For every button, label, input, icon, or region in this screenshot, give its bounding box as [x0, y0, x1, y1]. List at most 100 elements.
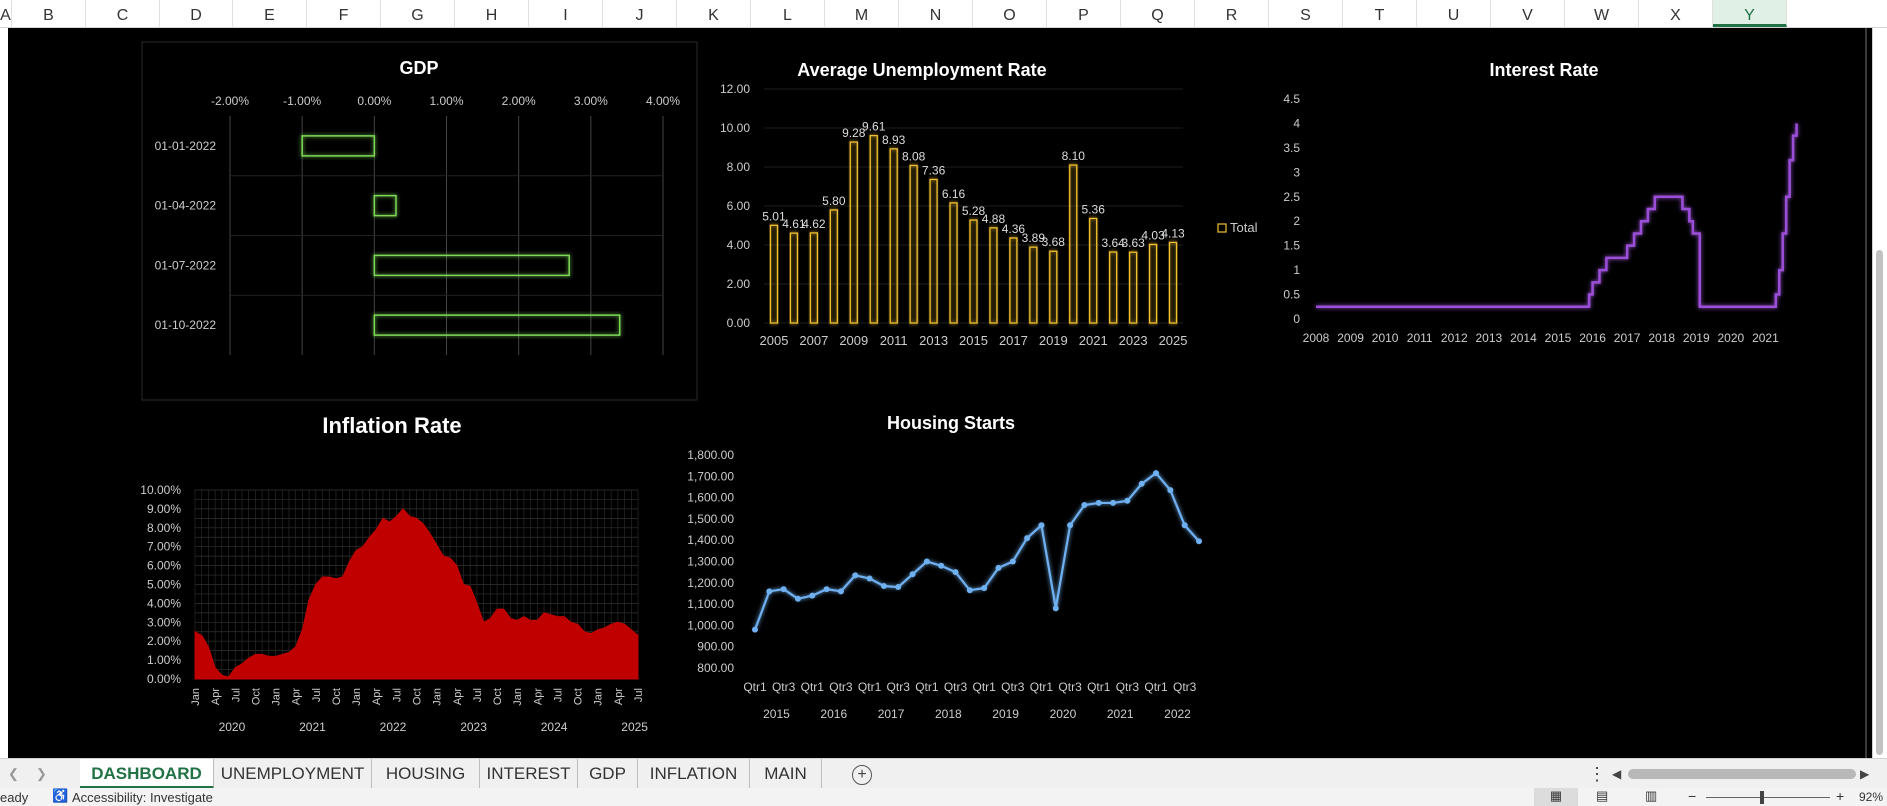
inflation-plot-area: 0.00% 1.00% 2.00% 3.00% 4.00% 5.00% 6.00% 7.00%…	[140, 483, 648, 734]
scroll-tabs-left-icon[interactable]: ❮	[8, 759, 19, 789]
inflation-y-tick-label: 7.00%	[147, 540, 181, 554]
column-header-s[interactable]: S	[1269, 0, 1343, 27]
housing-y-tick-label: 1,400.00	[687, 533, 734, 547]
housing-point	[809, 592, 816, 599]
inflation-month-label: Jan	[271, 688, 283, 706]
column-header-b[interactable]: B	[12, 0, 86, 27]
inflation-month-label: Apr	[532, 688, 544, 705]
unemployment-bar	[849, 141, 858, 324]
inflation-rate-chart[interactable]: Inflation Rate 0.00% 1.00% 2.00% 3.00% 4.00%…	[140, 413, 648, 734]
unemployment-data-label: 3.68	[1042, 235, 1066, 249]
normal-view-icon[interactable]: ▦	[1534, 788, 1578, 806]
sheet-tab-housing[interactable]: HOUSING	[372, 759, 480, 789]
sheet-tab-interest[interactable]: INTEREST	[480, 759, 578, 789]
unemployment-x-tick-label: 2017	[999, 333, 1028, 348]
zoom-slider[interactable]	[1706, 797, 1830, 798]
inflation-month-label: Apr	[452, 688, 464, 705]
column-header-c[interactable]: C	[86, 0, 160, 27]
column-header-n[interactable]: N	[899, 0, 973, 27]
zoom-level[interactable]: 92%	[1859, 790, 1883, 804]
horizontal-scrollbar-thumb[interactable]	[1628, 769, 1856, 779]
column-header-p[interactable]: P	[1047, 0, 1121, 27]
column-header-l[interactable]: L	[751, 0, 825, 27]
column-header-v[interactable]: V	[1491, 0, 1565, 27]
column-header-i[interactable]: I	[529, 0, 603, 27]
column-header-h[interactable]: H	[455, 0, 529, 27]
accessibility-status[interactable]: Accessibility: Investigate	[72, 790, 213, 805]
page-break-view-icon[interactable]: ▥	[1645, 788, 1657, 804]
sheet-tab-main[interactable]: MAIN	[750, 759, 822, 789]
zoom-slider-thumb[interactable]	[1760, 791, 1764, 804]
housing-point	[938, 562, 945, 569]
unemployment-bar	[769, 224, 779, 324]
unemployment-plot-area: 0.002.004.006.008.0010.0012.005.014.614.…	[720, 82, 1188, 348]
housing-starts-chart[interactable]: Housing Starts 800.00 900.00 1,000.00 1,100…	[687, 413, 1202, 721]
column-header-w[interactable]: W	[1565, 0, 1639, 27]
status-bar: eady ♿ Accessibility: Investigate ▦ ▤ ▥ …	[0, 788, 1887, 806]
column-header-y[interactable]: Y	[1713, 0, 1787, 27]
zoom-in-icon[interactable]: +	[1836, 788, 1844, 804]
housing-starts-chart-title: Housing Starts	[887, 413, 1015, 433]
accessibility-icon[interactable]: ♿	[52, 788, 68, 804]
column-header-f[interactable]: F	[307, 0, 381, 27]
interest-y-tick-label: 1	[1293, 263, 1300, 277]
hscroll-right-icon[interactable]: ▶	[1860, 759, 1869, 789]
unemployment-x-tick-label: 2023	[1119, 333, 1148, 348]
housing-point	[780, 586, 787, 593]
unemployment-x-tick-label: 2025	[1159, 333, 1188, 348]
housing-point	[1024, 535, 1031, 542]
column-header-t[interactable]: T	[1343, 0, 1417, 27]
page-layout-view-icon[interactable]: ▤	[1596, 788, 1608, 804]
inflation-month-label: Jul	[552, 688, 564, 702]
inflation-month-label: Apr	[291, 688, 303, 705]
column-header-j[interactable]: J	[603, 0, 677, 27]
zoom-out-icon[interactable]: −	[1688, 788, 1696, 804]
column-header-m[interactable]: M	[825, 0, 899, 27]
column-header-g[interactable]: G	[381, 0, 455, 27]
interest-x-tick-label: 2016	[1579, 331, 1606, 345]
unemployment-chart[interactable]: Average Unemployment Rate 0.00 2.00 4.00 6.…	[720, 60, 1258, 348]
column-header-e[interactable]: E	[233, 0, 307, 27]
housing-point	[1153, 470, 1160, 477]
column-header-x[interactable]: X	[1639, 0, 1713, 27]
inflation-month-label: Apr	[613, 688, 625, 705]
housing-quarter-label: Qtr3	[887, 680, 911, 694]
column-header-d[interactable]: D	[160, 0, 233, 27]
housing-point	[1081, 502, 1088, 509]
housing-quarter-label: Qtr3	[1001, 680, 1025, 694]
inflation-year-label: 2023	[460, 720, 487, 734]
housing-point	[909, 571, 916, 578]
gdp-chart[interactable]: GDP -2.00% -1.00% 0.00% 1.00% 2.00% 3.00% 4.00…	[141, 41, 698, 401]
column-header-k[interactable]: K	[677, 0, 751, 27]
sheet-tab-dashboard[interactable]: DASHBOARD	[80, 759, 214, 789]
column-header-a[interactable]: A	[0, 0, 12, 27]
column-header-q[interactable]: Q	[1121, 0, 1195, 27]
column-header-u[interactable]: U	[1417, 0, 1491, 27]
housing-point	[766, 588, 773, 595]
scroll-tabs-right-icon[interactable]: ❯	[36, 759, 47, 789]
inflation-y-tick-label: 4.00%	[147, 596, 181, 610]
interest-rate-line	[1316, 123, 1798, 309]
sheet-tab-gdp[interactable]: GDP	[578, 759, 638, 789]
interest-x-tick-label: 2017	[1614, 331, 1641, 345]
inflation-year-label: 2022	[380, 720, 407, 734]
unemployment-legend-label: Total	[1230, 220, 1258, 235]
column-header-r[interactable]: R	[1195, 0, 1269, 27]
inflation-month-label: Jul	[391, 688, 403, 702]
unemployment-bar	[909, 164, 918, 324]
more-options-icon[interactable]: ⋮	[1588, 759, 1606, 789]
sheet-tab-unemployment[interactable]: UNEMPLOYMENT	[214, 759, 372, 789]
interest-rate-chart[interactable]: Interest Rate 0 0.5 1 1.5 2 2.5 3 3.5 4 4.5 2008 20…	[1283, 60, 1798, 345]
housing-point	[794, 595, 801, 602]
column-header-o[interactable]: O	[973, 0, 1047, 27]
add-sheet-icon[interactable]: +	[852, 765, 872, 785]
gdp-x-tick-label: 0.00%	[357, 94, 391, 108]
interest-x-tick-label: 2014	[1510, 331, 1537, 345]
housing-point	[1167, 487, 1174, 494]
housing-y-tick-label: 1,800.00	[687, 448, 734, 462]
sheet-tab-inflation[interactable]: INFLATION	[638, 759, 750, 789]
inflation-month-label: Jan	[351, 688, 363, 706]
hscroll-left-icon[interactable]: ◀	[1612, 759, 1621, 789]
housing-y-tick-label: 900.00	[697, 640, 734, 654]
unemployment-bar	[1168, 241, 1178, 324]
